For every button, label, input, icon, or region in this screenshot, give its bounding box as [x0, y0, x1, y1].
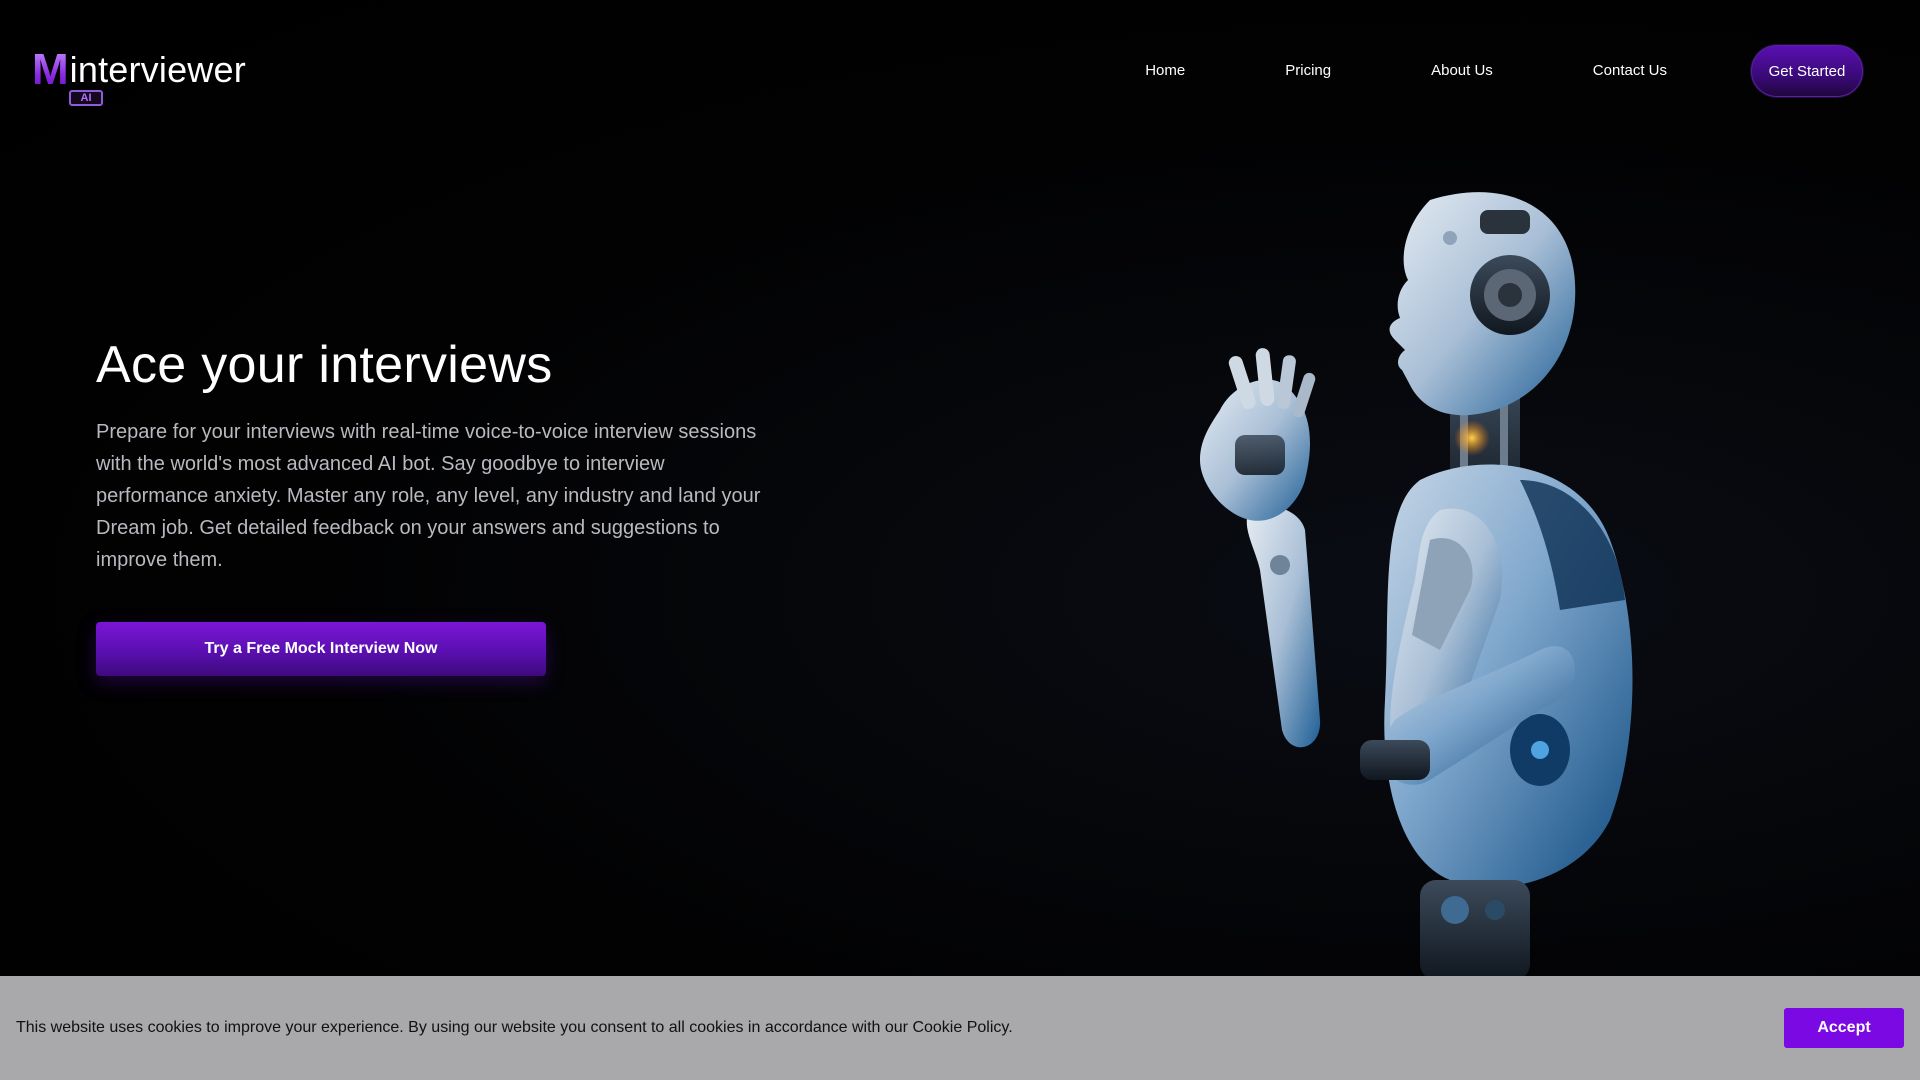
cookie-message: This website uses cookies to improve you… — [16, 1019, 1013, 1036]
main-nav: Home Pricing About Us Contact Us Get Sta… — [1145, 45, 1863, 97]
landing-page: M interviewer AI Home Pricing About Us C… — [0, 0, 1920, 1080]
nav-about-us[interactable]: About Us — [1431, 45, 1493, 97]
hero-title: Ace your interviews — [96, 336, 553, 394]
logo-text: interviewer — [69, 49, 246, 90]
get-started-button[interactable]: Get Started — [1751, 45, 1863, 97]
brand-logo[interactable]: M interviewer AI — [32, 45, 246, 106]
nav-contact-us[interactable]: Contact Us — [1593, 45, 1667, 97]
hero-description: Prepare for your interviews with real-ti… — [96, 421, 761, 571]
accept-cookies-button[interactable]: Accept — [1784, 1008, 1904, 1048]
nav-home[interactable]: Home — [1145, 45, 1185, 97]
hero-section: Ace your interviews Prepare for your int… — [96, 334, 796, 576]
nav-pricing[interactable]: Pricing — [1285, 45, 1331, 97]
logo-ai-badge: AI — [69, 90, 103, 106]
logo-letter: M — [32, 45, 69, 94]
try-free-mock-interview-button[interactable]: Try a Free Mock Interview Now — [96, 622, 546, 676]
cookie-banner: This website uses cookies to improve you… — [0, 976, 1920, 1080]
robot-illustration-icon — [1200, 192, 1633, 980]
